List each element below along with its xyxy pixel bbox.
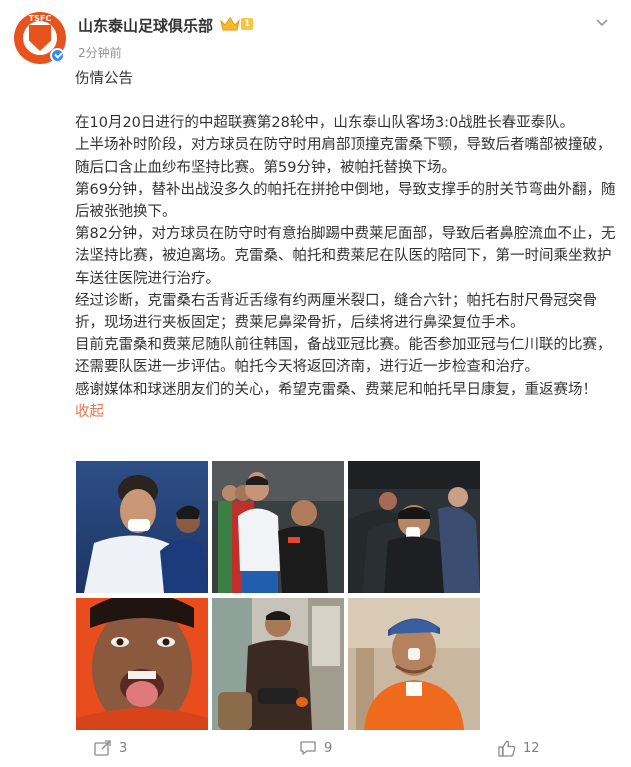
post-time[interactable]: 2分钟前 — [78, 44, 122, 61]
vip-level: 1 — [241, 18, 254, 30]
photo-tongue-injury[interactable] — [76, 598, 208, 730]
paragraph: 上半场补时阶段，对方球员在防守时用肩部顶撞克雷桑下颚，导致后者嘴部被撞破，随后口… — [75, 137, 612, 176]
photo-arm-splint[interactable] — [212, 598, 344, 730]
crown-icon — [220, 17, 240, 31]
like-count: 12 — [523, 741, 540, 756]
share-button[interactable]: 3 — [94, 740, 127, 756]
photo-nose-bandage[interactable] — [348, 598, 480, 730]
paragraph: 第82分钟，对方球员在防守时有意抬脚踢中费莱尼面部，导致后者鼻腔流血不止，无法坚… — [75, 226, 616, 287]
thumbs-up-icon — [498, 740, 523, 757]
share-icon — [94, 740, 119, 756]
paragraph: 在10月20日进行的中超联赛第28轮中，山东泰山队客场3:0战胜长春亚泰队。 — [75, 115, 575, 132]
paragraph: 经过诊断，克雷桑右舌背近舌缘有约两厘米裂口，缝合六针；帕托右肘尺骨冠突骨折，现场… — [75, 292, 597, 332]
comment-button[interactable]: 9 — [299, 740, 332, 756]
paragraph: 第69分钟，替补出战没多久的帕托在拼抢中倒地，导致支撑手的肘关节弯曲外翻，随后被… — [75, 181, 616, 221]
comment-count: 9 — [324, 740, 333, 756]
post-title: 伤情公告 — [75, 71, 133, 87]
author-name[interactable]: 山东泰山足球俱乐部 — [78, 15, 213, 36]
action-bar: 3 9 12 — [0, 732, 631, 767]
image-grid — [76, 461, 480, 731]
photo-match-players[interactable] — [212, 461, 344, 593]
comment-icon — [299, 740, 324, 756]
share-count: 3 — [119, 740, 128, 756]
vip-badge[interactable]: 1 — [220, 17, 254, 31]
photo-player-tissue[interactable] — [76, 461, 208, 593]
collapse-link[interactable]: 收起 — [75, 404, 104, 420]
photo-injured-player[interactable] — [348, 461, 480, 593]
paragraph: 感谢媒体和球迷朋友们的关心，希望克雷桑、费莱尼和帕托早日康复，重返赛场！ — [75, 381, 597, 398]
avatar-abbr: TSFC — [28, 14, 52, 23]
post-body: 伤情公告 在10月20日进行的中超联赛第28轮中，山东泰山队客场3:0战胜长春亚… — [75, 68, 620, 423]
verified-icon — [50, 48, 65, 63]
chevron-down-icon[interactable] — [593, 14, 611, 32]
paragraph: 目前克雷桑和费莱尼随队前往韩国，备战亚冠比赛。能否参加亚冠与仁川联的比赛，还需要… — [75, 337, 612, 376]
like-button[interactable]: 12 — [498, 740, 540, 757]
post-header: TSFC 山东泰山足球俱乐部 1 2分钟前 — [14, 12, 619, 64]
